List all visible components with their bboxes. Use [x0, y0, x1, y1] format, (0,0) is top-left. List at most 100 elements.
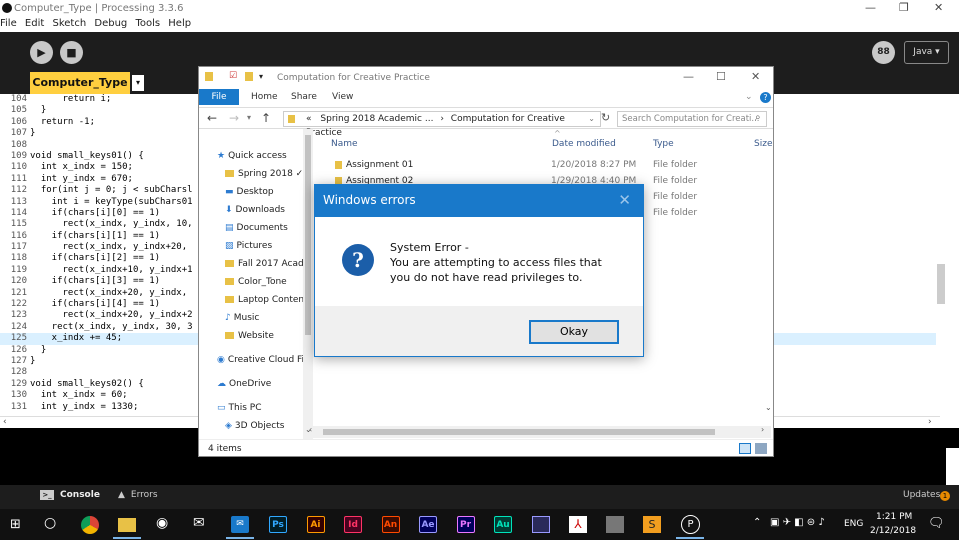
adobe-id-icon[interactable]: Id — [344, 516, 362, 533]
errors-tab[interactable]: ▲ Errors — [118, 490, 158, 500]
system-tray-expand-icon[interactable]: ⌃ — [753, 517, 761, 528]
tab-menu-arrow[interactable]: ▾ — [132, 75, 144, 91]
details-view-icon[interactable] — [739, 443, 751, 454]
updates-label[interactable]: Updates — [903, 490, 940, 500]
nav-item[interactable]: ★ Quick access — [217, 149, 303, 163]
nav-item[interactable]: ▤ Documents — [225, 221, 303, 235]
nav-pane-scrollbar[interactable] — [303, 129, 313, 439]
nav-scroll-down-icon[interactable]: ⌄ — [305, 425, 312, 434]
hscroll-right-icon[interactable]: › — [761, 425, 764, 434]
action-center-icon[interactable]: 🗨 — [928, 516, 945, 531]
nav-item[interactable]: ⬇ Downloads — [225, 203, 303, 217]
menu-file[interactable]: File — [0, 18, 17, 29]
column-size[interactable]: Size — [754, 139, 772, 149]
ribbon-home-tab[interactable]: Home — [251, 92, 278, 102]
menu-debug[interactable]: Debug — [94, 18, 127, 29]
adobe-pr-icon[interactable]: Pr — [456, 516, 475, 533]
run-button[interactable]: ▶ — [30, 41, 53, 64]
message-title: System Error - — [390, 241, 469, 254]
nav-item[interactable]: ▬ Desktop — [225, 185, 303, 199]
explorer-minimize-icon[interactable]: — — [683, 70, 694, 83]
adobe-au-icon[interactable]: Au — [494, 516, 512, 533]
nav-item[interactable]: Color_Tone — [225, 275, 303, 289]
search-input[interactable]: Search Computation for Creati... — [617, 111, 767, 127]
messaging-app-icon[interactable]: ✉ — [231, 516, 249, 533]
screenshot-tool-icon[interactable] — [606, 516, 624, 533]
nav-item[interactable]: ☁ OneDrive — [217, 377, 303, 391]
adobe-ae-icon[interactable]: Ae — [419, 516, 437, 533]
file-explorer-taskbar-icon[interactable] — [118, 518, 136, 532]
refresh-icon[interactable]: ↻ — [601, 111, 610, 124]
stop-button[interactable]: ■ — [60, 41, 83, 64]
cortana-search-icon[interactable]: ○ — [44, 515, 56, 531]
nav-item[interactable]: Laptop Content — [225, 293, 303, 307]
dialog-close-icon[interactable]: ✕ — [618, 191, 631, 209]
nav-item[interactable]: Fall 2017 Acad — [225, 257, 303, 271]
menu-tools[interactable]: Tools — [135, 18, 160, 29]
ribbon-expand-icon[interactable]: ⌄ — [745, 92, 753, 102]
address-dropdown-icon[interactable]: ⌄ — [588, 112, 595, 126]
nav-item[interactable]: ♪ Music — [225, 311, 303, 325]
adobe-ps-icon[interactable]: Ps — [269, 516, 287, 533]
up-arrow-icon[interactable]: ↑ — [261, 111, 271, 125]
clock-time[interactable]: 1:21 PM — [876, 512, 912, 522]
nav-item[interactable]: Spring 2018 ✓ — [225, 167, 303, 181]
line-number: 119 — [10, 264, 27, 275]
acrobat-icon[interactable]: ⅄ — [569, 516, 587, 533]
large-icons-view-icon[interactable] — [755, 443, 767, 454]
ribbon-file-tab[interactable]: File — [199, 89, 239, 105]
tray-icons[interactable]: ▣ ✈ ◧ ⊜ ♪ — [770, 517, 825, 528]
restore-icon[interactable]: ❐ — [899, 1, 909, 14]
windows-start-icon[interactable]: ⊞ — [10, 517, 21, 532]
nav-item[interactable]: ◈ 3D Objects — [225, 419, 303, 433]
explorer-maximize-icon[interactable]: ☐ — [716, 70, 726, 83]
properties-icon[interactable]: ☑ — [229, 71, 237, 81]
nav-item[interactable]: ◉Creative Cloud File — [217, 353, 303, 367]
quick-access-toolbar-arrow[interactable]: ▾ — [259, 72, 263, 81]
media-encoder-icon[interactable] — [532, 516, 550, 533]
explorer-close-icon[interactable]: ✕ — [751, 70, 760, 83]
recent-locations-icon[interactable]: ▾ — [247, 113, 251, 122]
ribbon-view-tab[interactable]: View — [332, 92, 353, 102]
nav-item[interactable]: Website — [225, 329, 303, 343]
media-app-icon[interactable]: ◉ — [156, 515, 168, 531]
breadcrumb-overflow[interactable]: « — [306, 114, 312, 124]
scroll-right-icon[interactable]: › — [928, 417, 932, 427]
okay-button[interactable]: Okay — [529, 320, 619, 344]
sublime-text-icon[interactable]: S — [643, 516, 661, 533]
vscroll-down-icon[interactable]: ⌄ — [765, 403, 772, 412]
adobe-ai-icon[interactable]: Ai — [306, 516, 325, 533]
language-indicator[interactable]: ENG — [844, 519, 863, 529]
column-date-modified[interactable]: Date modified — [552, 139, 616, 149]
editor-vertical-scrollbar[interactable] — [936, 94, 946, 416]
menu-help[interactable]: Help — [168, 18, 191, 29]
column-name[interactable]: Name — [331, 139, 358, 149]
nav-item[interactable]: ▭ This PC — [217, 401, 303, 415]
console-scrollbar[interactable] — [946, 448, 959, 485]
back-arrow-icon[interactable]: ← — [207, 111, 217, 125]
processing-taskbar-icon[interactable]: P — [681, 515, 700, 534]
console-tab[interactable]: >_ Console — [40, 490, 100, 500]
new-folder-icon[interactable] — [245, 72, 253, 81]
close-icon[interactable]: ✕ — [934, 1, 943, 14]
breadcrumb-spring-2018[interactable]: Spring 2018 Academic ... — [320, 114, 433, 124]
forward-arrow-icon[interactable]: → — [229, 111, 239, 125]
address-bar[interactable]: « Spring 2018 Academic ... › Computation… — [283, 111, 601, 138]
nav-item[interactable]: ▨ Pictures — [225, 239, 303, 253]
mail-icon[interactable]: ✉ — [193, 515, 205, 531]
clock-date[interactable]: 2/12/2018 — [870, 526, 916, 536]
ribbon-share-tab[interactable]: Share — [291, 92, 317, 102]
tab-computer-type[interactable]: Computer_Type — [30, 72, 130, 94]
debugger-icon[interactable]: 88 — [872, 41, 895, 64]
mode-selector[interactable]: Java ▾ — [904, 41, 949, 64]
adobe-an-icon[interactable]: An — [381, 516, 400, 533]
minimize-icon[interactable]: — — [865, 1, 876, 14]
help-icon[interactable]: ? — [760, 92, 771, 103]
column-type[interactable]: Type — [653, 139, 674, 149]
scroll-left-icon[interactable]: ‹ — [3, 417, 7, 427]
file-name[interactable]: Assignment 01 — [346, 157, 413, 173]
file-list-horizontal-scrollbar[interactable]: ‹ › — [307, 425, 771, 438]
chrome-icon[interactable] — [81, 516, 99, 534]
menu-sketch[interactable]: Sketch — [52, 18, 86, 29]
menu-edit[interactable]: Edit — [25, 18, 44, 29]
